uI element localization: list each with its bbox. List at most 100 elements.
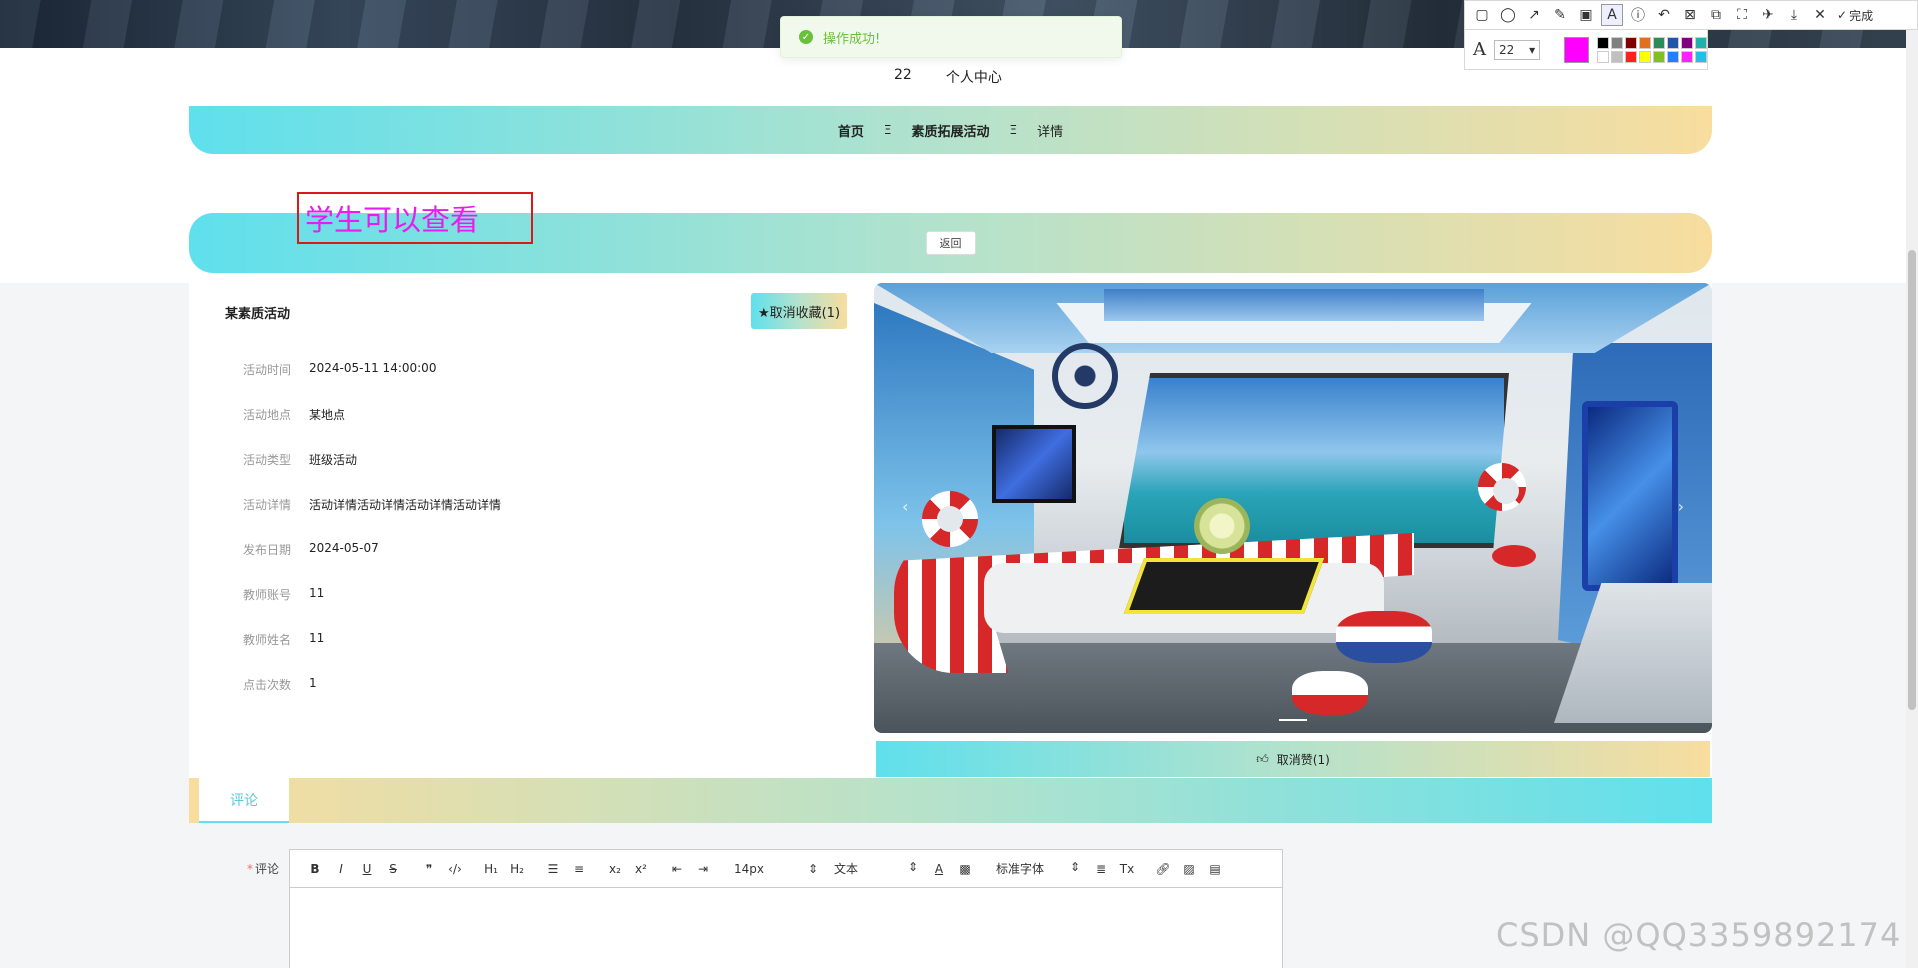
font-size-select[interactable]: 22 ▾ — [1494, 39, 1541, 60]
undo-icon[interactable]: ↶ — [1653, 4, 1675, 26]
link-icon[interactable]: 🔗︎ — [1150, 862, 1176, 876]
back-button[interactable]: 返回 — [925, 231, 976, 255]
image-decoration — [1052, 343, 1118, 409]
check-icon: ✓ — [799, 30, 813, 44]
text-tool-icon[interactable]: A — [1601, 4, 1623, 26]
breadcrumb-home[interactable]: 首页 — [838, 121, 864, 140]
field-value: 某地点 — [309, 408, 346, 422]
align-icon[interactable]: ≣ — [1088, 862, 1114, 876]
ocr-icon[interactable]: ⊠ — [1679, 4, 1701, 26]
unfavorite-button[interactable]: ★取消收藏(1) — [751, 293, 847, 329]
palette-swatch[interactable] — [1639, 36, 1651, 49]
long-screenshot-icon[interactable]: ⛶ — [1731, 4, 1753, 26]
background-color-icon[interactable]: ▩ — [952, 862, 978, 876]
comment-field-label: * 评论 — [247, 860, 279, 877]
code-block-icon[interactable]: ‹/› — [442, 862, 468, 876]
breadcrumb-current: 详情 — [1037, 124, 1064, 140]
mosaic-tool-icon[interactable]: ▣ — [1575, 4, 1597, 26]
updown-icon: ⇕ — [1069, 860, 1080, 874]
palette-swatch[interactable] — [1667, 50, 1679, 63]
palette-swatch[interactable] — [1597, 50, 1609, 63]
clear-format-icon[interactable]: Tx — [1114, 862, 1140, 876]
rectangle-tool-icon[interactable]: ▢ — [1471, 4, 1493, 26]
field-value: 1 — [309, 676, 317, 690]
updown-icon: ⇕ — [907, 860, 918, 874]
thumbs-up-icon: 👍︎ — [1256, 751, 1269, 766]
header-picker[interactable]: 文本 ⇕ — [826, 860, 926, 877]
scrollbar-thumb[interactable] — [1908, 250, 1916, 710]
font-size-value: 22 — [1499, 42, 1515, 57]
image-icon[interactable]: ▨ — [1176, 862, 1202, 876]
copy-icon[interactable]: ⧉ — [1705, 4, 1727, 26]
palette-swatch[interactable] — [1653, 36, 1665, 49]
text-color-icon[interactable]: A — [926, 862, 952, 876]
palette-swatch[interactable] — [1625, 36, 1637, 49]
editor-toolbar: B I U S ❞ ‹/› H₁ H₂ ☰ ≡ x₂ x² ⇤ ⇥ 14px ⇕ … — [290, 850, 1282, 888]
font-size-picker[interactable]: 14px ⇕ — [726, 862, 826, 876]
activity-image-carousel[interactable]: ‹ › — [874, 283, 1712, 733]
header-value: 文本 — [834, 862, 859, 876]
carousel-next-icon[interactable]: › — [1678, 497, 1684, 516]
subscript-icon[interactable]: x₂ — [602, 862, 628, 876]
strikethrough-icon[interactable]: S — [380, 862, 406, 876]
palette-swatch[interactable] — [1653, 50, 1665, 63]
info-row: 教师姓名 11 — [189, 631, 324, 648]
done-label: 完成 — [1849, 8, 1874, 23]
download-icon[interactable]: ⤓ — [1783, 4, 1805, 26]
palette-swatch[interactable] — [1695, 36, 1707, 49]
outdent-icon[interactable]: ⇤ — [664, 862, 690, 876]
font-family-value: 标准字体 — [996, 862, 1045, 876]
palette-swatch[interactable] — [1625, 50, 1637, 63]
palette-swatch[interactable] — [1667, 36, 1679, 49]
blockquote-icon[interactable]: ❞ — [416, 862, 442, 876]
carousel-prev-icon[interactable]: ‹ — [902, 497, 908, 516]
number-tool-icon[interactable]: ⓘ — [1627, 4, 1649, 26]
field-label: 点击次数 — [242, 678, 291, 692]
unlike-button[interactable]: 👍︎ 取消赞(1) — [876, 741, 1710, 777]
heading-2-icon[interactable]: H₂ — [504, 862, 530, 876]
tab-comment[interactable]: 评论 — [199, 778, 289, 823]
username[interactable]: 22 — [894, 67, 912, 87]
pen-tool-icon[interactable]: ✎ — [1549, 4, 1571, 26]
image-decoration — [922, 491, 978, 547]
color-palette — [1597, 36, 1707, 63]
palette-swatch[interactable] — [1597, 36, 1609, 49]
arrow-tool-icon[interactable]: ↗ — [1523, 4, 1545, 26]
image-decoration — [1119, 373, 1509, 548]
palette-swatch[interactable] — [1695, 50, 1707, 63]
field-value: 2024-05-11 14:00:00 — [309, 361, 437, 375]
updown-icon: ⇕ — [807, 861, 818, 876]
image-decoration — [1292, 671, 1368, 715]
bold-icon[interactable]: B — [302, 862, 328, 876]
close-icon[interactable]: ✕ — [1809, 4, 1831, 26]
breadcrumb-section[interactable]: 素质拓展活动 — [911, 121, 989, 140]
ordered-list-icon[interactable]: ☰ — [540, 862, 566, 876]
font-family-picker[interactable]: 标准字体 ⇕ — [988, 860, 1088, 877]
screenshot-toolbar: ▢ ◯ ↗ ✎ ▣ A ⓘ ↶ ⊠ ⧉ ⛶ ✈ ⤓ ✕ ✓ 完成 — [1464, 0, 1918, 30]
field-value: 11 — [309, 631, 325, 645]
info-row: 活动详情 活动详情活动详情活动详情活动详情 — [189, 496, 501, 513]
bullet-list-icon[interactable]: ≡ — [566, 862, 592, 876]
palette-swatch[interactable] — [1611, 50, 1623, 63]
current-color-swatch[interactable] — [1564, 36, 1589, 63]
info-row: 发布日期 2024-05-07 — [189, 541, 379, 558]
underline-icon[interactable]: U — [354, 862, 380, 876]
palette-swatch[interactable] — [1681, 36, 1693, 49]
heading-1-icon[interactable]: H₁ — [478, 862, 504, 876]
personal-center-link[interactable]: 个人中心 — [946, 67, 1002, 87]
palette-swatch[interactable] — [1639, 50, 1651, 63]
video-icon[interactable]: ▤ — [1202, 862, 1228, 876]
field-label: 活动详情 — [242, 498, 291, 512]
rich-text-editor[interactable]: B I U S ❞ ‹/› H₁ H₂ ☰ ≡ x₂ x² ⇤ ⇥ 14px ⇕ … — [289, 849, 1283, 968]
superscript-icon[interactable]: x² — [628, 862, 654, 876]
italic-icon[interactable]: I — [328, 862, 354, 876]
done-button[interactable]: ✓ 完成 — [1837, 7, 1873, 24]
indent-icon[interactable]: ⇥ — [690, 862, 716, 876]
carousel-indicator[interactable] — [1279, 719, 1307, 721]
info-row: 活动类型 班级活动 — [189, 451, 357, 468]
page-scrollbar[interactable] — [1906, 0, 1918, 968]
pin-icon[interactable]: ✈ — [1757, 4, 1779, 26]
palette-swatch[interactable] — [1681, 50, 1693, 63]
palette-swatch[interactable] — [1611, 36, 1623, 49]
ellipse-tool-icon[interactable]: ◯ — [1497, 4, 1519, 26]
